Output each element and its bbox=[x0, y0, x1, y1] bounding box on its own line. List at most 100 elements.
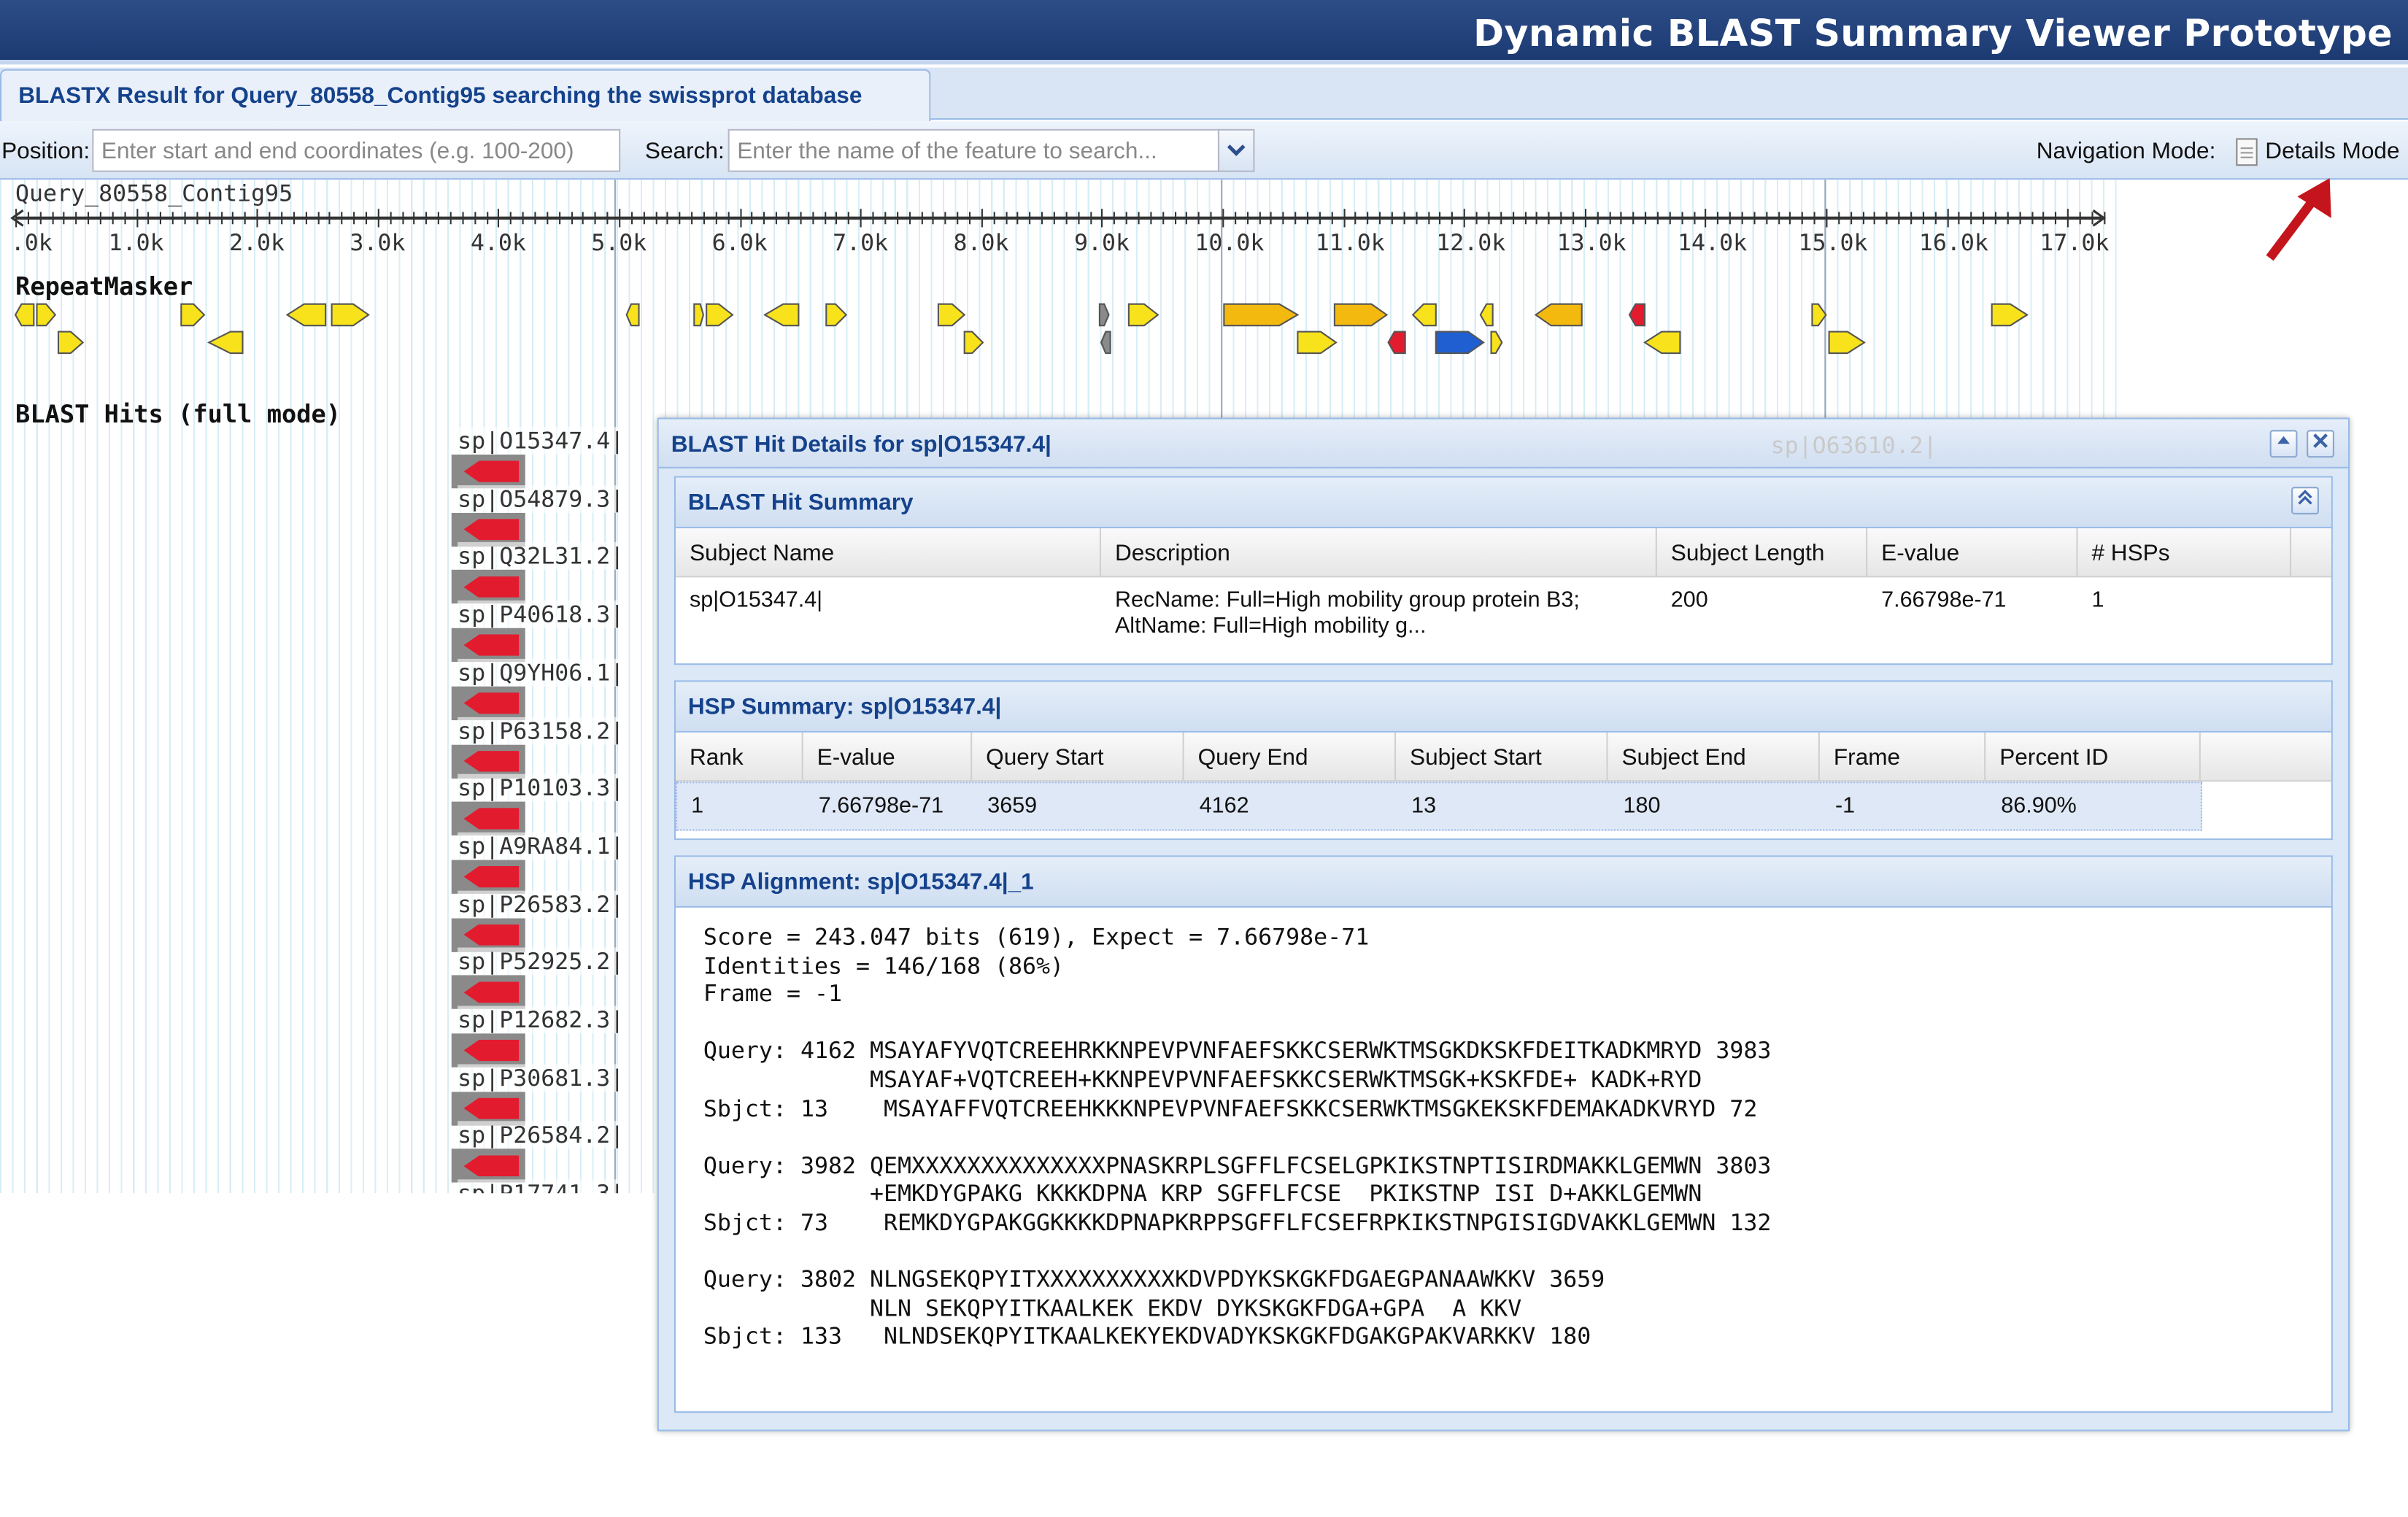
blast-hit-label[interactable]: sp|P30681.3| bbox=[458, 1063, 625, 1092]
column-percent-id[interactable]: Percent ID bbox=[1986, 732, 2201, 782]
app-header: Dynamic BLAST Summary Viewer Prototype bbox=[0, 0, 2408, 65]
column-evalue[interactable]: E-value bbox=[1867, 528, 2078, 578]
table-row[interactable]: sp|O15347.4| RecName: Full=High mobility… bbox=[676, 577, 2331, 663]
ruler-tick bbox=[377, 209, 379, 228]
blast-hit-glyph[interactable] bbox=[451, 1149, 525, 1184]
collapse-summary-button[interactable] bbox=[2291, 487, 2319, 515]
ruler-minor-tick bbox=[1837, 212, 1840, 225]
blast-hit-glyph[interactable] bbox=[451, 801, 525, 836]
details-mode-button[interactable]: Details Mode bbox=[2265, 138, 2399, 164]
blast-hit-label[interactable]: sp|P26583.2| bbox=[458, 889, 625, 918]
ruler-minor-tick bbox=[462, 212, 464, 225]
ruler-tick bbox=[1584, 209, 1586, 228]
close-window-button[interactable] bbox=[2307, 430, 2334, 458]
ruler-tick bbox=[739, 209, 741, 228]
repeat-feature bbox=[1411, 303, 1437, 327]
column-subject-end[interactable]: Subject End bbox=[1608, 732, 1820, 782]
blast-hit-label[interactable]: sp|O54879.3| bbox=[458, 485, 625, 513]
column-rank[interactable]: Rank bbox=[676, 732, 803, 782]
blast-hit-label[interactable]: sp|P17741.3| bbox=[458, 1179, 625, 1194]
repeat-feature bbox=[1534, 303, 1583, 327]
blast-hit-summary-header: BLAST Hit Summary bbox=[676, 477, 2331, 528]
tab-blastx-result[interactable]: BLASTX Result for Query_80558_Contig95 s… bbox=[0, 69, 931, 122]
column-query-end[interactable]: Query End bbox=[1184, 732, 1397, 782]
ruler-minor-tick bbox=[715, 212, 717, 225]
column-subject-start[interactable]: Subject Start bbox=[1396, 732, 1608, 782]
blast-hit-label[interactable]: sp|P10103.3| bbox=[458, 774, 625, 802]
collapse-window-button[interactable] bbox=[2269, 430, 2298, 458]
ruler-minor-tick bbox=[1041, 212, 1043, 225]
ruler-minor-tick bbox=[836, 212, 838, 225]
column-hsps[interactable]: # HSPs bbox=[2078, 528, 2292, 578]
ruler-minor-tick bbox=[1970, 212, 1972, 225]
ruler-minor-tick bbox=[776, 212, 778, 225]
table-row[interactable]: 1 7.66798e-71 3659 4162 13 180 -1 86.90% bbox=[676, 781, 2202, 831]
ruler-minor-tick bbox=[1234, 212, 1236, 225]
ruler-minor-tick bbox=[1717, 212, 1719, 225]
blast-hit-label[interactable]: sp|O15347.4| bbox=[458, 427, 625, 455]
alignment-line: Score = 243.047 bits (619), Expect = 7.6… bbox=[703, 922, 1370, 951]
blast-hit-label[interactable]: sp|P40618.3| bbox=[458, 601, 625, 628]
ruler-tick bbox=[981, 209, 983, 228]
blast-hit-glyph[interactable] bbox=[451, 976, 525, 1010]
blast-hit-label[interactable]: sp|Q32L31.2| bbox=[458, 542, 625, 571]
alignment-line bbox=[703, 1008, 2304, 1037]
search-input[interactable]: Enter the name of the feature to search.… bbox=[728, 128, 1220, 172]
blast-hit-label[interactable]: sp|P26584.2| bbox=[458, 1122, 625, 1150]
alignment-line: MSAYAF+VQTCREEH+KKNPEVPVNFAEFSKKCSERWKTM… bbox=[703, 1065, 1702, 1094]
blast-hit-glyph[interactable] bbox=[451, 512, 525, 547]
column-query-start[interactable]: Query Start bbox=[972, 732, 1184, 782]
column-subject-name[interactable]: Subject Name bbox=[676, 528, 1101, 578]
ruler-minor-tick bbox=[1282, 212, 1285, 225]
ruler-minor-tick bbox=[1270, 212, 1273, 225]
column-frame[interactable]: Frame bbox=[1820, 732, 1986, 782]
column-evalue[interactable]: E-value bbox=[803, 732, 973, 782]
ruler-tick bbox=[1826, 209, 1828, 228]
column-description[interactable]: Description bbox=[1101, 528, 1657, 578]
close-icon bbox=[2313, 433, 2328, 448]
summary-grid-header: Subject Name Description Subject Length … bbox=[676, 528, 2331, 578]
hsps-cell: 1 bbox=[2091, 588, 2104, 613]
position-input[interactable]: Enter start and end coordinates (e.g. 10… bbox=[92, 128, 621, 172]
evalue-cell: 7.66798e-71 bbox=[1881, 588, 2007, 613]
blast-hit-glyph[interactable] bbox=[451, 570, 525, 604]
blast-hit-glyph[interactable] bbox=[451, 454, 525, 489]
ruler-minor-tick bbox=[800, 212, 802, 225]
repeat-feature bbox=[1297, 331, 1338, 355]
blast-hit-label[interactable]: sp|P63158.2| bbox=[458, 716, 625, 744]
ruler-minor-tick bbox=[99, 212, 101, 225]
ruler-minor-tick bbox=[39, 212, 42, 225]
blast-hit-label[interactable]: sp|Q9YH06.1| bbox=[458, 658, 625, 687]
repeat-feature bbox=[331, 303, 370, 327]
ruler-minor-tick bbox=[1729, 212, 1732, 225]
ruler-minor-tick bbox=[112, 212, 114, 225]
ruler-minor-tick bbox=[1861, 212, 1864, 225]
description-line-1: RecName: Full=High mobility group protei… bbox=[1114, 588, 1580, 613]
blast-hit-glyph[interactable] bbox=[451, 1091, 525, 1126]
ruler-minor-tick bbox=[763, 212, 765, 225]
blast-hit-label[interactable]: sp|A9RA84.1| bbox=[458, 832, 625, 860]
blast-hit-glyph[interactable] bbox=[451, 628, 525, 663]
blast-hit-glyph[interactable] bbox=[451, 1033, 525, 1068]
blast-hit-glyph[interactable] bbox=[451, 686, 525, 720]
ruler-minor-tick bbox=[1065, 212, 1068, 225]
ruler-minor-tick bbox=[160, 212, 162, 225]
ruler-minor-tick bbox=[413, 212, 416, 225]
alignment-text: Score = 243.047 bits (619), Expect = 7.6… bbox=[676, 908, 2331, 1367]
blast-hit-glyph[interactable] bbox=[451, 860, 525, 894]
blast-hit-label[interactable]: sp|P52925.2| bbox=[458, 948, 625, 976]
blast-hit-glyph[interactable] bbox=[451, 744, 525, 778]
blast-hit-label[interactable]: sp|P12682.3| bbox=[458, 1005, 625, 1034]
column-subject-length[interactable]: Subject Length bbox=[1657, 528, 1868, 578]
repeat-feature bbox=[825, 303, 848, 327]
ruler-minor-tick bbox=[933, 212, 935, 225]
ruler-minor-tick bbox=[2007, 212, 2009, 225]
ruler-minor-tick bbox=[1379, 212, 1381, 225]
ruler-minor-tick bbox=[1149, 212, 1152, 225]
blast-hit-glyph[interactable] bbox=[451, 917, 525, 951]
search-dropdown-button[interactable] bbox=[1217, 128, 1255, 172]
ruler-minor-tick bbox=[667, 212, 669, 225]
ruler-minor-tick bbox=[1114, 212, 1116, 225]
ruler-minor-tick bbox=[474, 212, 476, 225]
ruler-minor-tick bbox=[1005, 212, 1007, 225]
